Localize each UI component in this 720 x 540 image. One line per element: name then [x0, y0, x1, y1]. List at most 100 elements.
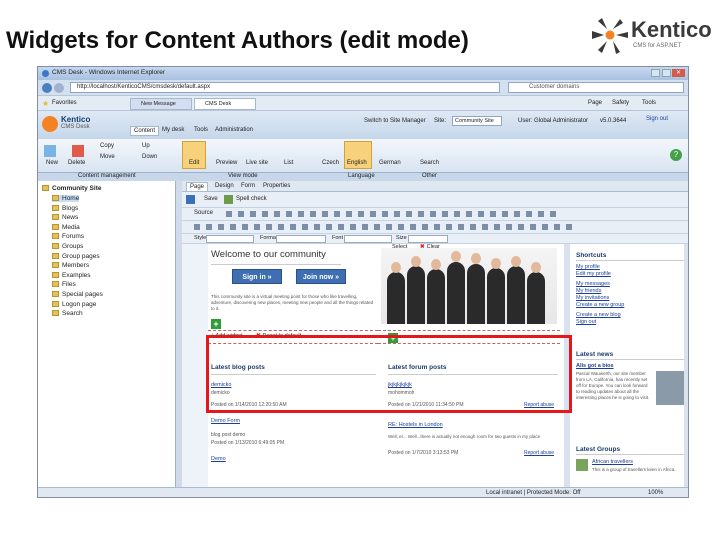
- toolbar-button-icon[interactable]: [374, 224, 380, 230]
- toolbar-button-icon[interactable]: [310, 211, 316, 217]
- tree-item[interactable]: Logon page: [52, 300, 96, 308]
- ribbon-german[interactable]: German: [379, 160, 401, 166]
- back-icon[interactable]: [42, 83, 52, 93]
- toolbar-button-icon[interactable]: [250, 211, 256, 217]
- toolbar-button-icon[interactable]: [406, 211, 412, 217]
- tree-item[interactable]: Search: [52, 310, 83, 317]
- ribbon-copy[interactable]: Copy: [100, 143, 114, 149]
- tab-properties[interactable]: Properties: [260, 182, 293, 190]
- toolbar-button-icon[interactable]: [478, 211, 484, 217]
- toolbar-button-icon[interactable]: [262, 211, 268, 217]
- toolbar-button-icon[interactable]: [226, 211, 232, 217]
- spellcheck-icon[interactable]: [224, 195, 233, 204]
- shortcut-link[interactable]: My profile: [576, 264, 600, 270]
- toolbar-button-icon[interactable]: [206, 224, 212, 230]
- toolbar-button-icon[interactable]: [194, 224, 200, 230]
- help-icon[interactable]: ?: [670, 149, 682, 161]
- menu-tools[interactable]: Tools: [642, 100, 656, 106]
- site-select[interactable]: Community Site: [452, 116, 502, 126]
- toolbar-button-icon[interactable]: [398, 224, 404, 230]
- ribbon-edit[interactable]: Edit: [189, 160, 199, 166]
- toolbar-button-icon[interactable]: [278, 224, 284, 230]
- toolbar-button-icon[interactable]: [566, 224, 572, 230]
- spellcheck-label[interactable]: Spell check: [236, 196, 267, 202]
- toolbar-button-icon[interactable]: [418, 211, 424, 217]
- forum-post-title[interactable]: RE: Hostels in London: [388, 422, 443, 428]
- ribbon-delete[interactable]: Delete: [68, 160, 85, 166]
- ribbon-english[interactable]: English: [347, 160, 367, 166]
- toolbar-button-icon[interactable]: [514, 211, 520, 217]
- toolbar-button-icon[interactable]: [430, 211, 436, 217]
- blog-post-title[interactable]: Demo Form: [211, 418, 240, 424]
- tree-item[interactable]: Group pages: [52, 252, 100, 260]
- tree-item[interactable]: Home: [52, 195, 80, 202]
- save-label[interactable]: Save: [204, 196, 218, 202]
- tree-item[interactable]: Groups: [52, 243, 83, 250]
- toolbar-button-icon[interactable]: [266, 224, 272, 230]
- toolbar-button-icon[interactable]: [290, 224, 296, 230]
- source-button[interactable]: Source: [194, 210, 213, 216]
- toolbar-button-icon[interactable]: [506, 224, 512, 230]
- address-input[interactable]: http://localhost/KenticoCMS/cmsdesk/defa…: [70, 82, 500, 93]
- join-now-button[interactable]: Join now »: [296, 269, 346, 284]
- tree-item[interactable]: Members: [52, 262, 89, 269]
- tab-design[interactable]: Design: [212, 182, 237, 190]
- ribbon-new[interactable]: New: [46, 160, 58, 166]
- minimize-button[interactable]: [651, 69, 660, 77]
- toolbar-button-icon[interactable]: [490, 211, 496, 217]
- toolbar-button-icon[interactable]: [470, 224, 476, 230]
- shortcut-link[interactable]: My invitations: [576, 295, 609, 301]
- ribbon-move[interactable]: Move: [100, 154, 115, 160]
- report-abuse-link[interactable]: Report abuse: [524, 450, 554, 456]
- toolbar-button-icon[interactable]: [230, 224, 236, 230]
- toolbar-button-icon[interactable]: [466, 211, 472, 217]
- toolbar-button-icon[interactable]: [494, 224, 500, 230]
- ribbon-search[interactable]: Search: [420, 160, 439, 166]
- news-item-title[interactable]: Alls got a bios: [576, 363, 614, 369]
- search-box[interactable]: Customer domains: [508, 82, 684, 93]
- shortcut-link[interactable]: My friends: [576, 288, 601, 294]
- toolbar-button-icon[interactable]: [518, 224, 524, 230]
- toolbar-button-icon[interactable]: [410, 224, 416, 230]
- tab-form[interactable]: Form: [238, 182, 258, 190]
- shortcut-link[interactable]: My messages: [576, 281, 610, 287]
- toolbar-button-icon[interactable]: [446, 224, 452, 230]
- ribbon-list[interactable]: List: [284, 160, 293, 166]
- toolbar-button-icon[interactable]: [538, 211, 544, 217]
- ribbon-up[interactable]: Up: [142, 143, 150, 149]
- favorites-label[interactable]: Favorites: [52, 100, 77, 106]
- toolbar-button-icon[interactable]: [322, 211, 328, 217]
- toolbar-button-icon[interactable]: [218, 224, 224, 230]
- style-select[interactable]: [206, 235, 254, 243]
- tree-item[interactable]: Examples: [52, 271, 91, 279]
- toolbar-button-icon[interactable]: [346, 211, 352, 217]
- delete-icon[interactable]: [72, 145, 84, 157]
- tree-item[interactable]: News: [52, 214, 78, 221]
- toolbar-button-icon[interactable]: [358, 211, 364, 217]
- toolbar-button-icon[interactable]: [394, 211, 400, 217]
- toolbar-button-icon[interactable]: [526, 211, 532, 217]
- toolbar-button-icon[interactable]: [454, 211, 460, 217]
- shortcut-link[interactable]: Sign out: [576, 319, 596, 325]
- toolbar-button-icon[interactable]: [554, 224, 560, 230]
- toolbar-button-icon[interactable]: [422, 224, 428, 230]
- size-select[interactable]: [408, 235, 448, 243]
- toolbar-button-icon[interactable]: [434, 224, 440, 230]
- toolbar-button-icon[interactable]: [442, 211, 448, 217]
- new-icon[interactable]: [44, 145, 56, 157]
- tree-item[interactable]: Special pages: [52, 291, 103, 298]
- ribbon-live-site[interactable]: Live site: [246, 160, 268, 166]
- toolbar-button-icon[interactable]: [298, 211, 304, 217]
- toolbar-button-icon[interactable]: [254, 224, 260, 230]
- tree-item[interactable]: Media: [52, 223, 80, 231]
- toolbar-button-icon[interactable]: [362, 224, 368, 230]
- browser-tab-2[interactable]: CMS Desk: [194, 98, 256, 110]
- toolbar-button-icon[interactable]: [550, 211, 556, 217]
- toolbar-button-icon[interactable]: [238, 211, 244, 217]
- toolbar-button-icon[interactable]: [350, 224, 356, 230]
- ribbon-down[interactable]: Down: [142, 154, 157, 160]
- switch-link[interactable]: Switch to Site Manager: [364, 118, 426, 124]
- menu-page[interactable]: Page: [588, 100, 602, 106]
- editor-scrollbar[interactable]: [684, 244, 688, 487]
- forward-icon[interactable]: [54, 83, 64, 93]
